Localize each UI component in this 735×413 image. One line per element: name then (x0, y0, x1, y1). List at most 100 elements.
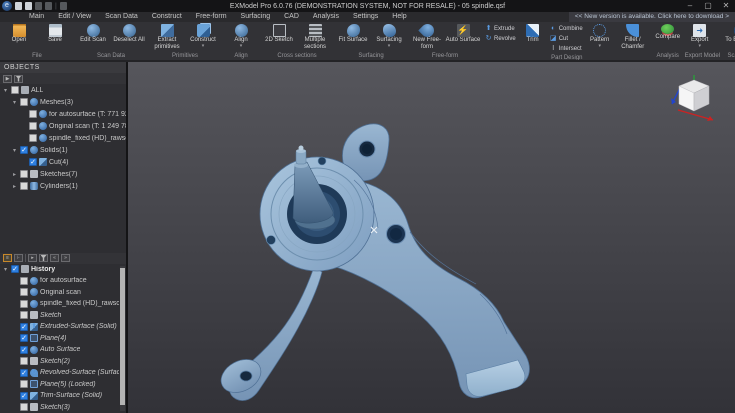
tree-row[interactable]: Sketch(2) (0, 356, 119, 368)
revolve-button[interactable]: Revolve (485, 34, 516, 43)
tree-row[interactable]: Original scan (T: 1 249 789) (0, 120, 126, 132)
tree-row[interactable]: ▾History (0, 264, 119, 276)
visibility-checkbox[interactable] (20, 288, 28, 296)
tree-row[interactable]: for autosurface (0, 275, 119, 287)
undo-icon[interactable] (35, 2, 42, 10)
to-exscan-hx-button[interactable]: To EXScan HX (722, 23, 735, 52)
chevron-collapsed-icon[interactable]: ▸ (11, 183, 18, 190)
fillet-chamfer-button[interactable]: Fillet / Chamfer (615, 23, 651, 54)
tree-row[interactable]: Revolved-Surface (Surface) (0, 367, 119, 379)
chevron-expanded-icon[interactable]: ▾ (11, 147, 18, 154)
surfacing-button[interactable]: Surfacing▾ (371, 23, 407, 52)
menu-item-construct[interactable]: Construct (145, 12, 189, 22)
intersect-button[interactable]: Intersect (550, 44, 583, 53)
chevron-expanded-icon[interactable]: ▾ (2, 266, 9, 273)
step-first-icon[interactable]: « (50, 254, 59, 262)
expand-all-icon[interactable]: ▸ (28, 254, 37, 262)
visibility-checkbox[interactable] (20, 346, 28, 354)
menu-item-edit-view[interactable]: Edit / View (51, 12, 98, 22)
visibility-checkbox[interactable] (29, 134, 37, 142)
minimize-button[interactable]: – (681, 0, 699, 12)
visibility-checkbox[interactable] (20, 323, 28, 331)
tree-row[interactable]: Trim-Surface (Solid) (0, 390, 119, 402)
app-logo-icon[interactable]: e (2, 1, 12, 11)
visibility-checkbox[interactable] (20, 380, 28, 388)
chevron-collapsed-icon[interactable]: ▸ (11, 171, 18, 178)
menu-item-main[interactable]: Main (22, 12, 51, 22)
tree-row[interactable]: Sketch(3) (0, 402, 119, 413)
visibility-checkbox[interactable] (20, 369, 28, 377)
fit-surface-button[interactable]: Fit Surface (335, 23, 371, 52)
redo-icon[interactable] (45, 2, 52, 10)
play-icon[interactable]: ▶ (3, 75, 12, 83)
tree-row[interactable]: Plane(4) (0, 333, 119, 345)
maximize-button[interactable]: ▢ (699, 0, 717, 12)
export-button[interactable]: Export▾ (685, 23, 715, 52)
tree-row[interactable]: Extruded-Surface (Solid) (0, 321, 119, 333)
visibility-checkbox[interactable] (11, 86, 19, 94)
chevron-expanded-icon[interactable]: ▾ (11, 99, 18, 106)
tree-row[interactable]: Sketch (0, 310, 119, 322)
visibility-checkbox[interactable] (20, 334, 28, 342)
tree-row[interactable]: spindle_fixed (HD)_rawscan - Copy (0, 132, 126, 144)
menu-item-scan-data[interactable]: Scan Data (98, 12, 145, 22)
filter-icon[interactable] (39, 254, 48, 262)
menu-item-cad[interactable]: CAD (277, 12, 306, 22)
new-doc-icon[interactable] (15, 2, 22, 10)
tree-row[interactable]: Auto Surface (0, 344, 119, 356)
tree-row[interactable]: ▾Meshes(3) (0, 96, 126, 108)
visibility-checkbox[interactable] (20, 300, 28, 308)
visibility-checkbox[interactable] (20, 170, 28, 178)
visibility-checkbox[interactable] (20, 403, 28, 411)
visibility-checkbox[interactable] (29, 122, 37, 130)
align-button[interactable]: Align▾ (223, 23, 259, 52)
compare-button[interactable]: Compare (653, 23, 683, 52)
tree-row[interactable]: Cut(4) (0, 156, 126, 168)
combine-button[interactable]: Combine (550, 24, 583, 33)
multiple-sections-button[interactable]: Multiple sections (297, 23, 333, 52)
update-notice-link[interactable]: << New version is available. Click here … (569, 12, 735, 22)
list-view-icon[interactable]: ≡ (3, 254, 12, 262)
tree-row[interactable]: for autosurface (T: 771 920) (0, 108, 126, 120)
model-spindle[interactable] (128, 62, 735, 413)
visibility-checkbox[interactable] (20, 146, 28, 154)
navigation-cube[interactable] (671, 74, 719, 130)
chevron-expanded-icon[interactable]: ▾ (2, 87, 9, 94)
menu-item-surfacing[interactable]: Surfacing (234, 12, 278, 22)
filter-icon[interactable] (14, 75, 23, 83)
visibility-checkbox[interactable] (20, 392, 28, 400)
tree-row[interactable]: ▾Solids(1) (0, 144, 126, 156)
visibility-checkbox[interactable] (20, 182, 28, 190)
deselect-all-button[interactable]: Deselect All (111, 23, 147, 52)
visibility-checkbox[interactable] (20, 98, 28, 106)
open-button[interactable]: Open (1, 23, 37, 52)
step-last-icon[interactable]: » (61, 254, 70, 262)
trim-button[interactable]: Trim (518, 23, 548, 54)
customize-icon[interactable] (60, 2, 67, 10)
tree-row[interactable]: ▸Cylinders(1) (0, 180, 126, 192)
tree-row[interactable]: spindle_fixed (HD)_rawscan - Copy (0, 298, 119, 310)
menu-item-free-form[interactable]: Free-form (189, 12, 234, 22)
close-button[interactable]: ✕ (717, 0, 735, 12)
new-free-form-button[interactable]: New Free-form (409, 23, 445, 52)
menu-item-analysis[interactable]: Analysis (306, 12, 346, 22)
pattern-button[interactable]: Pattern▾ (585, 23, 615, 54)
auto-surface-button[interactable]: Auto Surface (445, 23, 481, 52)
visibility-checkbox[interactable] (20, 311, 28, 319)
tree-row[interactable]: ▸Sketches(7) (0, 168, 126, 180)
save-doc-icon[interactable] (25, 2, 32, 10)
-d-sketch-button[interactable]: 2D Sketch (261, 23, 297, 52)
construct-button[interactable]: Construct▾ (185, 23, 221, 52)
menu-item-settings[interactable]: Settings (346, 12, 385, 22)
tree-row[interactable]: ▾ALL (0, 84, 126, 96)
visibility-checkbox[interactable] (20, 357, 28, 365)
tree-row[interactable]: Original scan (0, 287, 119, 299)
save-button[interactable]: Save (37, 23, 73, 52)
tree-view-icon[interactable]: ⊦ (14, 254, 23, 262)
visibility-checkbox[interactable] (29, 158, 37, 166)
menu-item-help[interactable]: Help (385, 12, 413, 22)
visibility-checkbox[interactable] (20, 277, 28, 285)
edit-scan-button[interactable]: Edit Scan (75, 23, 111, 52)
history-scrollbar[interactable] (120, 266, 125, 412)
visibility-checkbox[interactable] (29, 110, 37, 118)
